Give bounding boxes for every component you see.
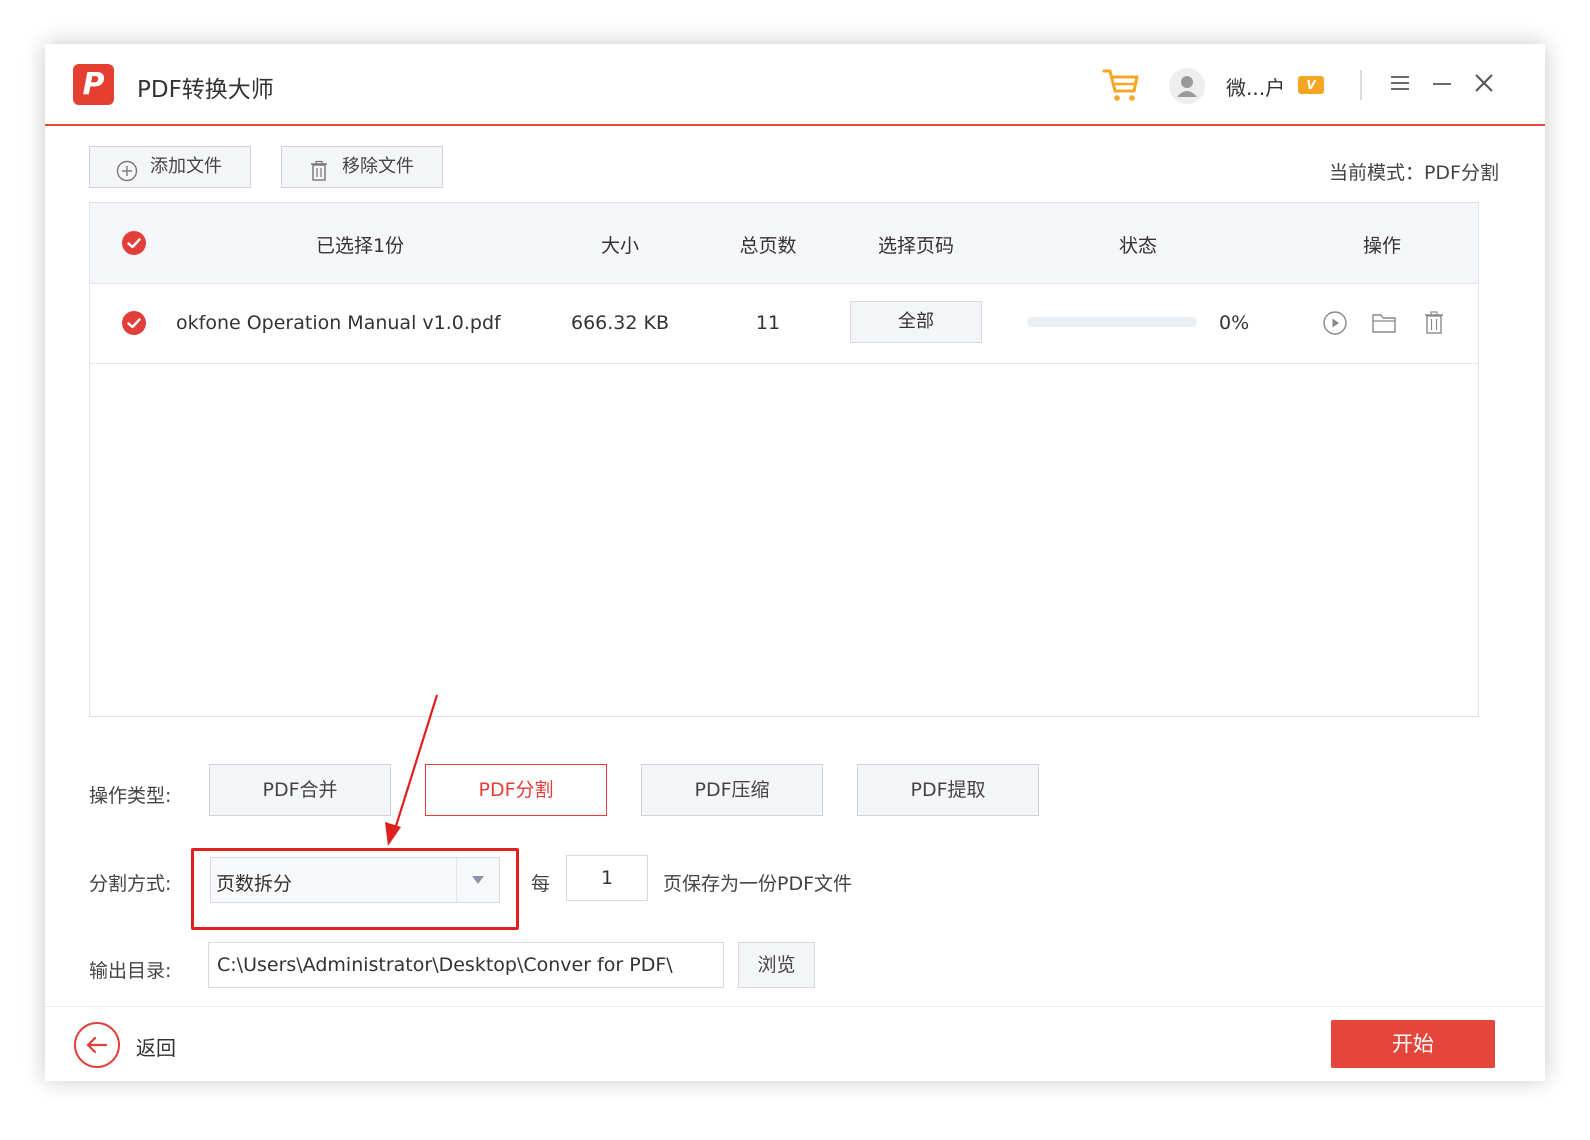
- menu-icon[interactable]: [1385, 68, 1415, 98]
- header-select-pages: 选择页码: [877, 235, 955, 257]
- op-merge-button[interactable]: PDF合并: [209, 764, 391, 816]
- title-bar: P PDF转换大师 微...户 V: [45, 44, 1545, 126]
- remove-file-label: 移除文件: [342, 156, 414, 177]
- pages-per-file-input[interactable]: 1: [566, 855, 648, 901]
- browse-button[interactable]: 浏览: [738, 942, 815, 988]
- op-type-label: 操作类型:: [89, 785, 172, 807]
- back-arrow-icon[interactable]: [74, 1022, 120, 1068]
- app-title: PDF转换大师: [137, 77, 274, 103]
- every-suffix-label: 页保存为一份PDF文件: [663, 873, 853, 895]
- play-icon[interactable]: [1322, 310, 1348, 336]
- add-file-label: 添加文件: [150, 156, 222, 177]
- start-button[interactable]: 开始: [1331, 1020, 1495, 1068]
- delete-icon[interactable]: [1421, 310, 1447, 336]
- username[interactable]: 微...户: [1226, 72, 1285, 101]
- header-selected: 已选择1份: [315, 235, 405, 257]
- app-logo: P: [73, 64, 114, 105]
- row-checkbox[interactable]: [122, 311, 146, 335]
- close-icon[interactable]: [1469, 68, 1499, 98]
- cart-icon[interactable]: [1101, 64, 1141, 104]
- header-total-pages: 总页数: [739, 235, 797, 257]
- op-compress-button[interactable]: PDF压缩: [641, 764, 823, 816]
- op-split-button[interactable]: PDF分割: [425, 764, 607, 816]
- highlight-box: [191, 848, 519, 930]
- file-table: 已选择1份 大小 总页数 选择页码 状态 操作 okfone Operation…: [89, 202, 1479, 717]
- file-name: okfone Operation Manual v1.0.pdf: [176, 312, 501, 334]
- split-mode-label: 分割方式:: [89, 873, 172, 895]
- add-file-button[interactable]: 添加文件: [89, 146, 251, 188]
- select-all-checkbox[interactable]: [122, 231, 146, 255]
- folder-icon[interactable]: [1371, 310, 1397, 336]
- table-header: 已选择1份 大小 总页数 选择页码 状态 操作: [90, 203, 1478, 284]
- table-row: okfone Operation Manual v1.0.pdf 666.32 …: [90, 283, 1478, 364]
- progress-bar: [1027, 317, 1197, 327]
- header-actions: 操作: [1362, 235, 1402, 257]
- output-dir-label: 输出目录:: [89, 960, 172, 982]
- header-size: 大小: [600, 235, 640, 257]
- user-avatar-icon[interactable]: [1169, 68, 1205, 104]
- op-extract-button[interactable]: PDF提取: [857, 764, 1039, 816]
- vip-badge-icon: V: [1298, 76, 1324, 94]
- page-select-button[interactable]: 全部: [850, 301, 982, 343]
- trash-icon: [308, 157, 330, 181]
- output-path-field[interactable]: C:\Users\Administrator\Desktop\Conver fo…: [208, 942, 724, 988]
- file-pages: 11: [755, 312, 781, 334]
- every-label: 每: [531, 873, 551, 895]
- file-size: 666.32 KB: [570, 312, 670, 334]
- header-status: 状态: [1118, 235, 1158, 257]
- current-mode: 当前模式：PDF分割: [1328, 162, 1499, 184]
- remove-file-button[interactable]: 移除文件: [281, 146, 443, 188]
- add-circle-icon: [116, 157, 138, 182]
- title-separator: [1360, 70, 1362, 100]
- back-button[interactable]: 返回: [136, 1032, 176, 1061]
- footer-bar: 返回 开始: [45, 1006, 1545, 1081]
- app-window: P PDF转换大师 微...户 V 添加文件 移除文件 当前模式：PDF分割 已…: [45, 44, 1545, 1081]
- minimize-icon[interactable]: [1427, 68, 1457, 98]
- progress-text: 0%: [1219, 312, 1250, 334]
